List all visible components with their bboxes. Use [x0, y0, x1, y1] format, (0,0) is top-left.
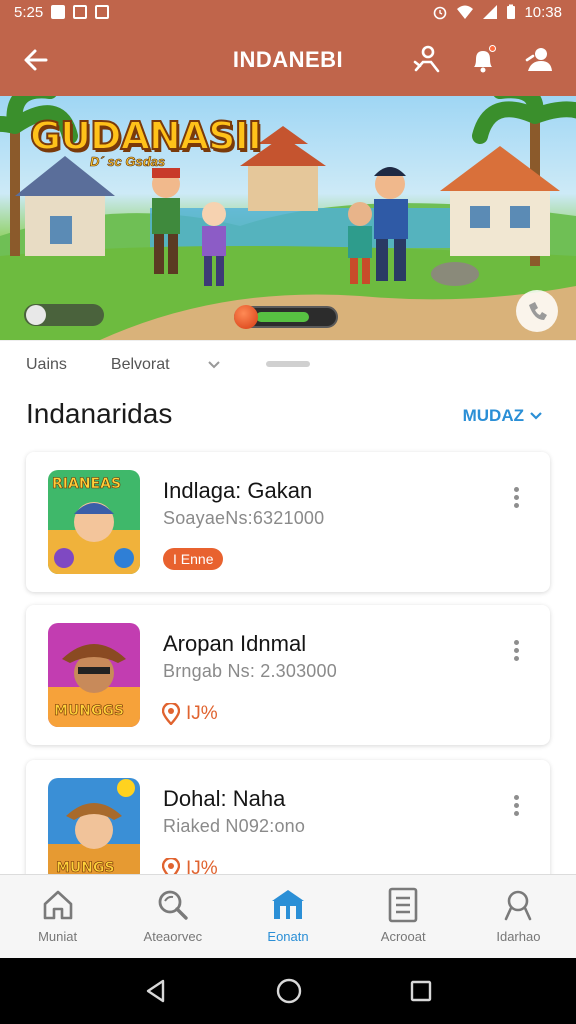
dot-icon	[513, 794, 519, 800]
game-tag: I Enne	[163, 548, 224, 570]
status-time: 5:25	[14, 3, 44, 21]
status-clock: 10:38	[524, 3, 562, 21]
section-more-link[interactable]: MUDAZ	[463, 406, 542, 426]
banner-action-button[interactable]	[516, 290, 558, 332]
thumbnail-caption: MUNGGS	[54, 703, 125, 720]
progress-fill	[256, 312, 309, 322]
notification-camera-icon	[73, 5, 88, 19]
dot-icon	[513, 494, 519, 500]
notification-f-icon	[51, 5, 66, 19]
system-home-icon[interactable]	[275, 977, 303, 1005]
chevron-down-icon[interactable]	[207, 360, 220, 369]
nav-documents[interactable]: Acrooat	[346, 875, 461, 958]
dot-icon	[513, 655, 519, 661]
dot-icon	[513, 647, 519, 653]
nav-label: Ateaorvec	[143, 929, 203, 944]
game-thumbnail: RIANEAS	[48, 470, 140, 574]
section-link-label: MUDAZ	[462, 406, 524, 425]
filter-uains[interactable]: Uains	[26, 356, 67, 374]
profile-icon	[505, 890, 532, 921]
dot-icon	[513, 802, 519, 808]
nav-profile[interactable]: Idarhao	[461, 875, 576, 958]
signal-icon	[483, 5, 498, 19]
notification-dot	[489, 45, 496, 52]
section-title: Indanaridas	[26, 398, 173, 429]
game-name: Dohal: Naha	[163, 786, 286, 811]
system-back-icon[interactable]	[143, 978, 169, 1004]
progress-ball	[234, 305, 258, 329]
nav-store[interactable]: Eonatn	[230, 875, 345, 958]
game-meta: Brngab Ns: 2.303000	[163, 661, 337, 681]
more-options-button[interactable]	[504, 635, 528, 665]
dot-icon	[513, 639, 519, 645]
game-card[interactable]: MUNGGS Aropan Idnmal Brngab Ns: 2.303000…	[26, 605, 550, 745]
toggle-knob	[26, 305, 46, 325]
chevron-down-icon	[530, 412, 542, 420]
game-card[interactable]: RIANEAS Indlaga: Gakan SoayaeNs:6321000 …	[26, 452, 550, 592]
alarm-icon	[434, 6, 447, 20]
dot-icon	[513, 810, 519, 816]
game-meta: Riaked N092:ono	[163, 816, 306, 836]
store-icon	[272, 890, 304, 919]
game-meta: SoayaeNs:6321000	[163, 508, 325, 528]
document-icon	[388, 887, 418, 923]
arrow-left-icon	[24, 49, 48, 71]
bottom-navigation: Muniat Ateaorvec Eonatn Acrooat Idarhao	[0, 874, 576, 958]
system-recents-icon[interactable]	[409, 979, 433, 1003]
drag-handle[interactable]	[266, 361, 310, 367]
wifi-icon	[457, 5, 474, 19]
banner-subtitle: D´ sc Gsdas	[90, 154, 166, 170]
house-right	[440, 146, 560, 256]
nav-label: Eonatn	[267, 929, 309, 944]
back-button[interactable]	[0, 24, 72, 96]
banner-toggle[interactable]	[24, 304, 104, 326]
location-pin-icon	[162, 703, 180, 725]
nav-label: Acrooat	[380, 929, 426, 944]
dot-icon	[513, 502, 519, 508]
more-options-button[interactable]	[504, 790, 528, 820]
battery-icon	[507, 4, 516, 19]
nav-label: Muniat	[38, 929, 78, 944]
notification-gallery-icon	[95, 5, 110, 19]
banner-title: GUDANASII	[29, 113, 263, 159]
more-options-button[interactable]	[504, 482, 528, 512]
game-rating: IJ%	[162, 703, 218, 725]
nav-search[interactable]: Ateaorvec	[115, 875, 230, 958]
person-walk-icon	[413, 45, 440, 73]
person-icon	[525, 48, 552, 71]
house-left	[15, 156, 115, 256]
notifications-button[interactable]	[464, 41, 502, 79]
app-bar: INDANEBI	[0, 24, 576, 96]
nav-home[interactable]: Muniat	[0, 875, 115, 958]
game-name: Indlaga: Gakan	[163, 478, 313, 503]
home-icon	[43, 890, 72, 920]
system-navigation-bar	[0, 958, 576, 1024]
thumbnail-caption: RIANEAS	[52, 476, 122, 493]
dot-icon	[513, 486, 519, 492]
game-thumbnail: MUNGS	[48, 778, 140, 882]
nav-label: Idarhao	[496, 929, 541, 944]
rating-value: IJ%	[186, 703, 218, 724]
profile-button[interactable]	[520, 41, 558, 79]
user-add-button[interactable]	[408, 41, 446, 79]
status-bar: 5:25 10:38	[0, 0, 576, 24]
game-thumbnail: MUNGGS	[48, 623, 140, 727]
filter-belvorat[interactable]: Belvorat	[111, 356, 170, 374]
game-name: Aropan Idnmal	[163, 631, 307, 656]
search-icon	[158, 890, 188, 920]
banner-progress-bar	[234, 305, 338, 329]
phone-icon	[529, 302, 547, 320]
